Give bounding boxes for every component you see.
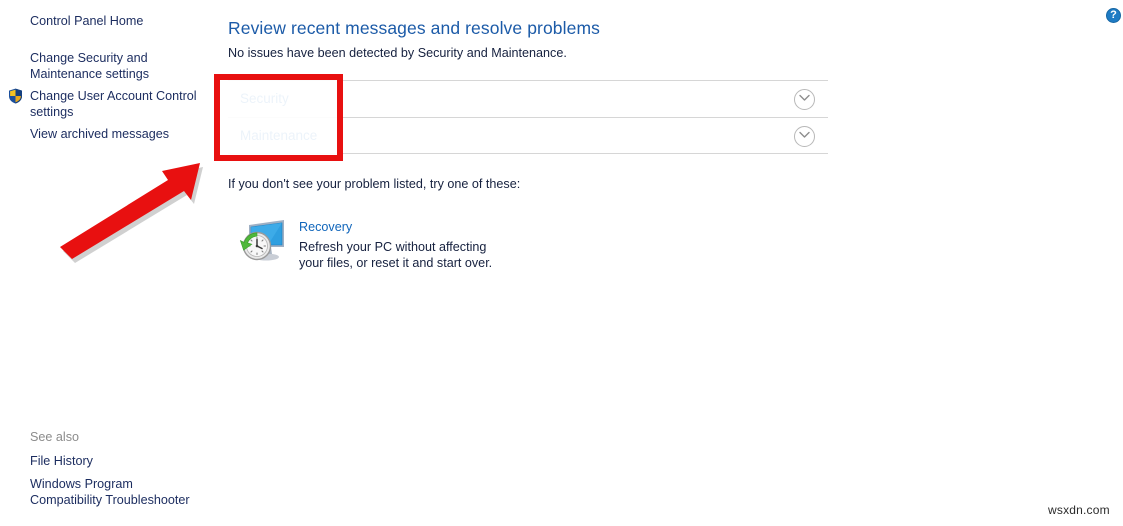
see-also-heading: See also [30,430,80,444]
help-icon: ? [1110,9,1117,21]
page-subtitle: No issues have been detected by Security… [228,46,567,60]
help-button[interactable]: ? [1106,8,1121,23]
recovery-link[interactable]: Recovery [299,220,352,234]
control-panel-security-maintenance-page: ? Control Panel Home Change Security and… [0,0,1123,526]
chevron-down-icon[interactable] [794,126,815,147]
sidebar-item-control-panel-home[interactable]: Control Panel Home [30,13,143,29]
sidebar: Control Panel Home Change Security and M… [0,0,215,526]
sidebar-item-file-history[interactable]: File History [30,453,93,469]
sidebar-item-windows-program-compatibility-troubleshooter[interactable]: Windows Program Compatibility Troublesho… [30,476,205,508]
watermark: wsxdn.com [1048,503,1110,517]
table-row[interactable]: Security [228,80,828,117]
problem-hint-text: If you don't see your problem listed, tr… [228,177,521,191]
recovery-description: Refresh your PC without affecting your f… [299,240,493,270]
expander-label-maintenance[interactable]: Maintenance [240,128,317,143]
sidebar-item-view-archived-messages[interactable]: View archived messages [30,126,169,142]
table-row[interactable]: Maintenance [228,117,828,154]
sidebar-item-change-user-account-control-settings[interactable]: Change User Account Control settings [30,88,202,120]
uac-shield-icon [8,88,23,104]
chevron-down-icon[interactable] [794,89,815,110]
expander-list: Security Maintenance [228,80,828,154]
sidebar-item-change-security-maintenance-settings[interactable]: Change Security and Maintenance settings [30,50,190,82]
recovery-monitor-clock-icon [238,216,288,264]
page-title: Review recent messages and resolve probl… [228,18,600,38]
expander-label-security[interactable]: Security [240,91,289,106]
